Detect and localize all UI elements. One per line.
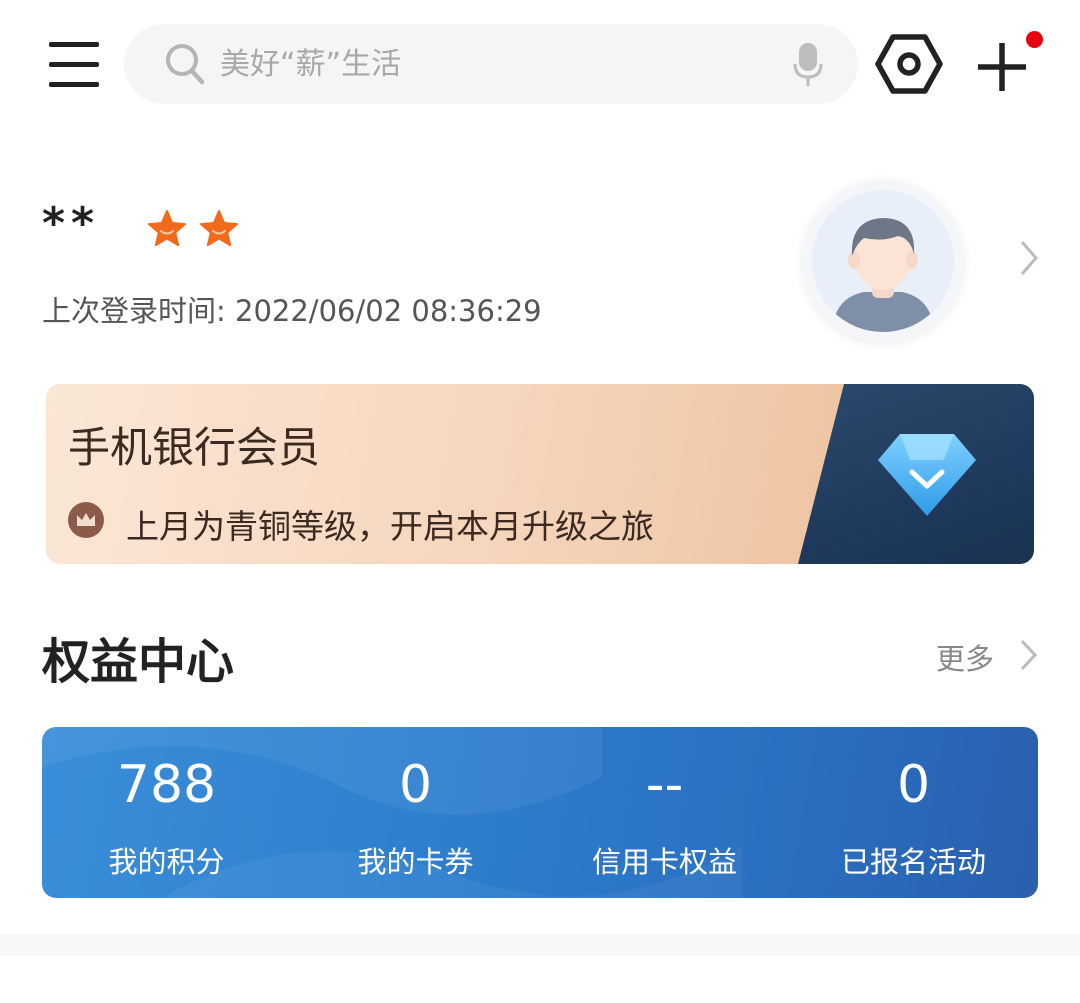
- crown-icon: [68, 502, 104, 538]
- star-icon: [200, 210, 238, 247]
- chevron-right-icon[interactable]: [1018, 638, 1040, 672]
- last-login-label: 上次登录时间:: [42, 294, 226, 328]
- search-bar[interactable]: [124, 24, 858, 104]
- stat-label: 信用卡权益: [591, 845, 737, 879]
- last-login-info: 上次登录时间: 2022/06/02 08:36:29: [42, 288, 542, 330]
- person-icon: [812, 190, 954, 332]
- stat-value: 788: [116, 755, 217, 815]
- notification-dot: [1026, 31, 1043, 48]
- membership-banner[interactable]: 手机银行会员 上月为青铜等级，开启本月升级之旅: [46, 384, 1034, 564]
- member-stars: [146, 208, 250, 252]
- user-avatar[interactable]: [802, 180, 964, 342]
- stat-coupons[interactable]: 0 我的卡券: [291, 727, 540, 898]
- page-bottom: [0, 956, 1080, 1003]
- stat-value: --: [645, 755, 684, 815]
- stat-label: 我的积分: [108, 845, 225, 879]
- star-icon: [148, 210, 186, 247]
- rights-summary-card: 788 我的积分 0 我的卡券 -- 信用卡权益 0 已报名活动: [42, 727, 1038, 898]
- user-name: **: [42, 198, 101, 249]
- hamburger-menu-icon[interactable]: [46, 40, 102, 90]
- diamond-icon: [878, 434, 976, 516]
- stat-credit-card-benefits[interactable]: -- 信用卡权益: [540, 727, 789, 898]
- stat-value: 0: [896, 755, 931, 815]
- chevron-right-icon[interactable]: [1016, 238, 1042, 278]
- last-login-time: 2022/06/02 08:36:29: [235, 294, 542, 328]
- microphone-icon[interactable]: [792, 42, 824, 88]
- avatar-image: [812, 190, 954, 332]
- stat-registered-activities[interactable]: 0 已报名活动: [789, 727, 1038, 898]
- stat-label: 已报名活动: [840, 845, 986, 879]
- more-link[interactable]: 更多: [936, 636, 994, 678]
- stat-points[interactable]: 788 我的积分: [42, 727, 291, 898]
- rights-center-title: 权益中心: [42, 634, 235, 690]
- plus-icon[interactable]: [972, 38, 1032, 96]
- membership-title: 手机银行会员: [68, 423, 321, 472]
- membership-subtitle: 上月为青铜等级，开启本月升级之旅: [126, 507, 654, 546]
- search-input[interactable]: [220, 42, 780, 86]
- stat-label: 我的卡券: [357, 845, 474, 879]
- search-icon: [166, 44, 205, 85]
- hexagon-scan-icon[interactable]: [874, 32, 944, 96]
- top-bar: [0, 0, 1080, 130]
- stat-value: 0: [398, 755, 433, 815]
